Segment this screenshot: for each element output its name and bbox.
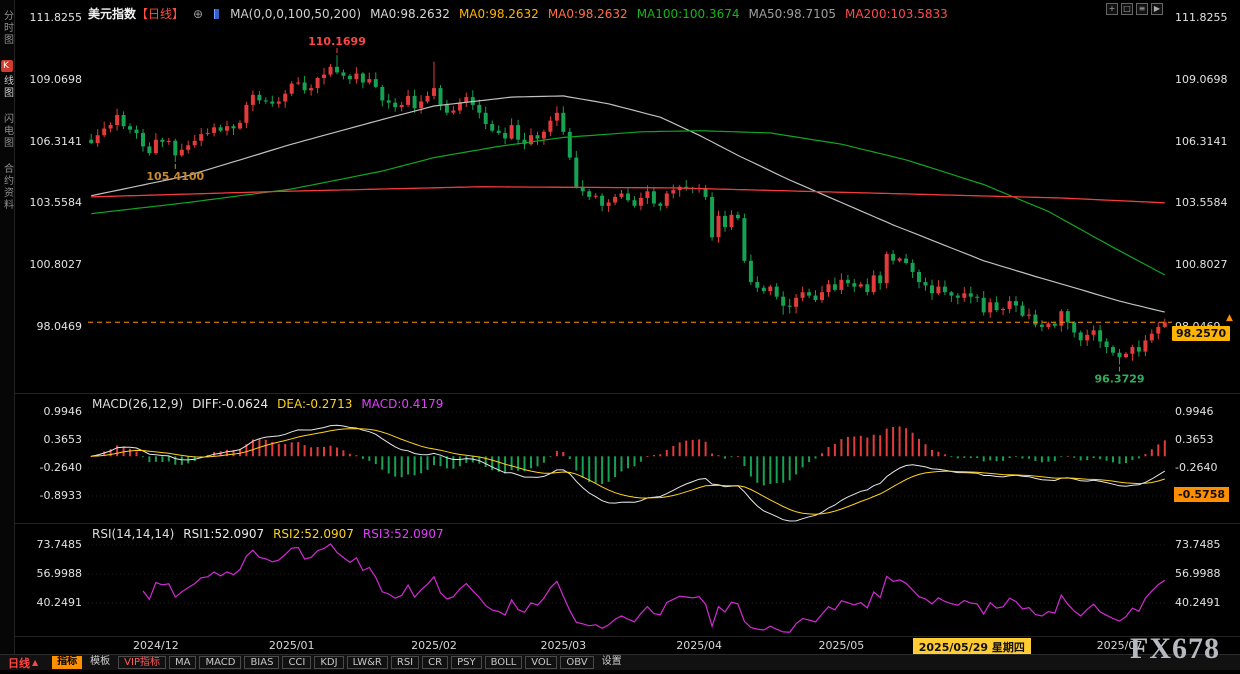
rsi-title: RSI(14,14,14) [92,527,174,541]
indicator-tab-vip-indicators[interactable]: VIP指标 [118,656,166,669]
indicator-toolbar: 日线 ▲ 指标模板VIP指标MAMACDBIASCCIKDJ LW&RRSICRP… [0,654,1240,670]
price-annotation: 105.4100 [146,170,204,183]
sidebar-item-lightning[interactable]: 闪电图 [0,113,15,149]
indicator-tab-lwr[interactable]: LW&R [347,656,388,669]
indicator-tab-vol[interactable]: VOL [525,656,557,669]
ma-value-label: MA50:98.7105 [748,7,836,21]
kline-badge: K [1,60,13,72]
ma-value-label: MA200:103.5833 [845,7,948,21]
sidebar-item-kline[interactable]: K 线图 [0,60,15,99]
sidebar-item-contract-info[interactable]: 合约资料 [0,163,15,211]
indicator-tab-cci[interactable]: CCI [282,656,311,669]
indicator-tab-macd[interactable]: MACD [199,656,241,669]
indicator-tab-kdj[interactable]: KDJ [314,656,343,669]
price-annotation: 96.3729 [1094,373,1144,386]
price-marker-icon: ▲ [1226,313,1233,323]
indicator-tab-boll[interactable]: BOLL [485,656,523,669]
indicator-tab-obv[interactable]: OBV [560,656,593,669]
rsi2-value: RSI2:52.0907 [273,527,354,541]
rsi-header: RSI(14,14,14) RSI1:52.0907 RSI2:52.0907 … [92,527,444,541]
indicator-tab-templates[interactable]: 模板 [85,656,115,669]
macd-diff-value: DIFF:-0.0624 [192,397,268,411]
crosshair-icon[interactable]: + [1106,3,1118,15]
fullscreen-icon[interactable]: ▶ [1151,3,1163,15]
indicator-tab-psy[interactable]: PSY [451,656,482,669]
macd-title: MACD(26,12,9) [92,397,183,411]
measure-icon[interactable]: □ [1121,3,1133,15]
main-chart-header: 美元指数 【日线】 ⊕ MA(0,0,0,100,50,200) MA0:98.… [88,5,957,22]
caret-up-icon: ▲ [32,658,38,667]
macd-hist-value: MACD:0.4179 [361,397,443,411]
macd-dea-value: DEA:-0.2713 [277,397,352,411]
ma50-line [91,96,1165,312]
candlestick-series[interactable] [89,55,1167,364]
sidebar-item-kline-label: 线图 [0,75,15,99]
rsi3-value: RSI3:52.0907 [363,527,444,541]
period-selector-label: 日线 [8,655,30,671]
price-annotation: 110.1699 [308,35,366,48]
chart-type-sidebar: 分时图 K 线图 闪电图 合约资料 [0,0,15,654]
indicator-tab-bias[interactable]: BIAS [244,656,279,669]
period-label: 【日线】 [136,5,184,22]
instrument-title: 美元指数 【日线】 [88,5,184,22]
symbol-name: 美元指数 [88,5,136,22]
ma-value-label: MA0:98.2632 [370,7,450,21]
ma-params: MA(0,0,0,100,50,200) [230,7,361,21]
ma-values: MA0:98.2632 MA0:98.2632 MA0:98.2632 MA100:1… [370,7,957,21]
chart-application: 110.1699 105.4100 96.3729 分时图 K 线图 闪电图 合约资… [0,0,1240,670]
indicator-tab-ma[interactable]: MA [169,656,196,669]
ma-value-label: MA0:98.2632 [459,7,539,21]
rsi1-value: RSI1:52.0907 [183,527,264,541]
macd-crosshair-tag: -0.5758 [1174,487,1229,502]
candle-icon [214,9,219,19]
chart-canvas[interactable]: 110.1699 105.4100 96.3729 [0,0,1240,670]
ma-value-label: MA100:100.3674 [637,7,740,21]
indicator-tab-settings[interactable]: 设置 [597,656,627,669]
add-indicator-icon[interactable]: ⊕ [193,7,203,21]
indicator-tabs: 指标模板VIP指标MAMACDBIASCCIKDJ LW&RRSICRPSYBOL… [52,656,626,669]
sidebar-item-timeshare[interactable]: 分时图 [0,10,15,46]
ma100-line [91,131,1165,275]
indicator-tab-rsi[interactable]: RSI [391,656,419,669]
window-tools: +□≡▶ [1106,3,1163,15]
period-selector[interactable]: 日线 ▲ [8,655,38,671]
last-price-tag: 98.2570 [1172,326,1230,341]
rsi-line [143,544,1165,632]
indicator-tab-cr[interactable]: CR [422,656,448,669]
indicator-list-icon[interactable]: ≡ [1136,3,1148,15]
macd-header: MACD(26,12,9) DIFF:-0.0624 DEA:-0.2713 M… [92,397,443,411]
ma-value-label: MA0:98.2632 [548,7,628,21]
indicator-tab-indicators[interactable]: 指标 [52,656,82,669]
